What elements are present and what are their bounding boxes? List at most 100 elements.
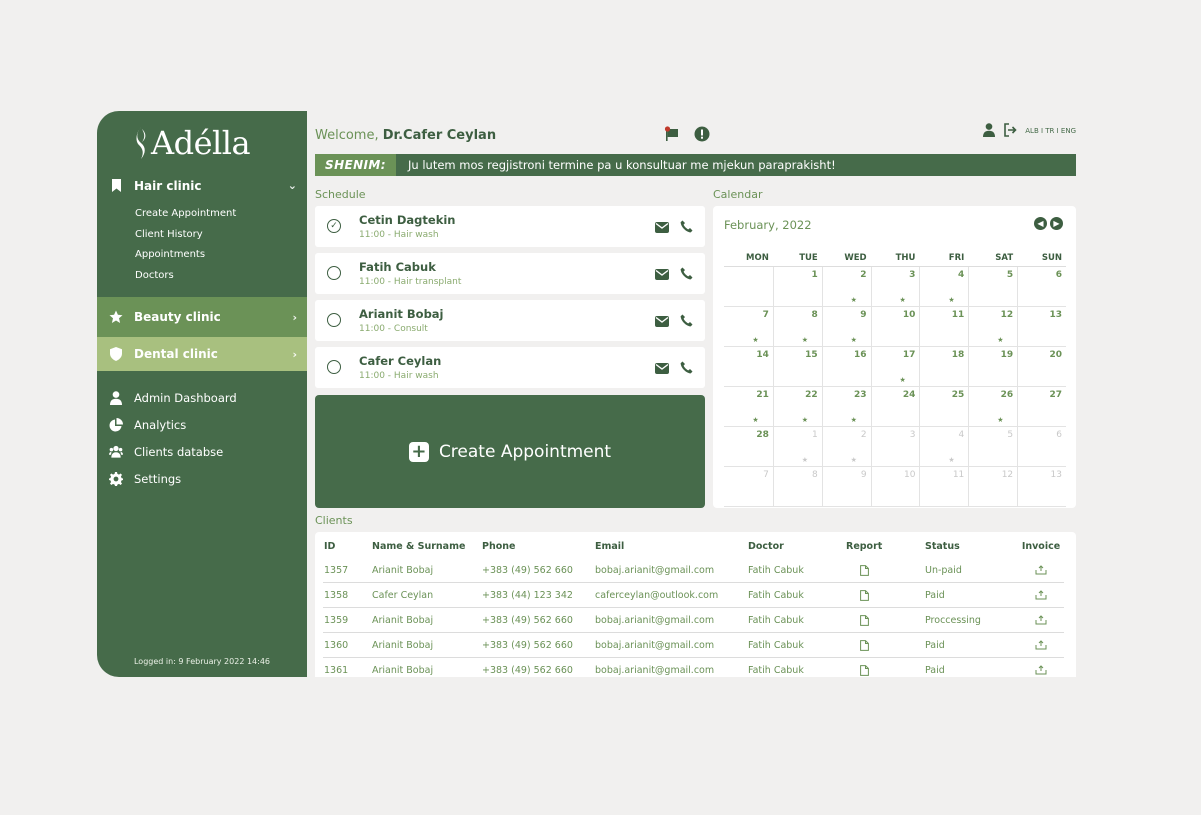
table-row[interactable]: 1360 Arianit Bobaj +383 (49) 562 660 bobaj.… bbox=[315, 634, 1076, 658]
report-document-icon[interactable] bbox=[846, 565, 882, 579]
report-document-icon[interactable] bbox=[846, 640, 882, 654]
invoice-upload-icon[interactable] bbox=[1018, 565, 1064, 578]
calendar-day[interactable]: 13 bbox=[1017, 307, 1066, 347]
sidebar-subitem-client-history[interactable]: Client History bbox=[135, 225, 307, 246]
calendar-day[interactable]: 10 bbox=[870, 467, 920, 507]
calendar-day[interactable]: 2 ★ bbox=[821, 427, 871, 467]
report-document-icon[interactable] bbox=[846, 590, 882, 604]
language-switcher[interactable]: ALB I TR I ENG bbox=[1025, 127, 1076, 135]
calendar-day[interactable]: 22 ★ bbox=[772, 387, 822, 427]
appointment-card[interactable]: Cafer Ceylan 11:00 - Hair wash bbox=[315, 347, 705, 388]
sidebar-item-admin-dashboard[interactable]: Admin Dashboard bbox=[97, 384, 307, 411]
invoice-upload-icon[interactable] bbox=[1018, 590, 1064, 603]
email-icon[interactable] bbox=[655, 312, 669, 331]
invoice-upload-icon[interactable] bbox=[1018, 640, 1064, 653]
phone-icon[interactable] bbox=[680, 359, 693, 378]
phone-icon[interactable] bbox=[680, 218, 693, 237]
column-header[interactable]: Invoice bbox=[1018, 541, 1064, 552]
phone-icon[interactable] bbox=[680, 312, 693, 331]
calendar-day[interactable]: 9 bbox=[821, 467, 871, 507]
profile-icon[interactable] bbox=[983, 123, 996, 139]
column-header[interactable]: Status bbox=[925, 541, 960, 552]
calendar-day[interactable]: 5 bbox=[968, 427, 1018, 467]
sidebar-subitem-doctors[interactable]: Doctors bbox=[135, 266, 307, 287]
logout-icon[interactable] bbox=[1003, 123, 1017, 139]
calendar-day[interactable]: 6 bbox=[1017, 427, 1066, 467]
chevron-left-icon[interactable]: ◀ bbox=[1034, 217, 1047, 230]
sidebar-item-beauty-clinic[interactable]: Beauty clinic › bbox=[97, 297, 307, 337]
calendar-day[interactable]: 12 ★ bbox=[968, 307, 1018, 347]
email-icon[interactable] bbox=[655, 359, 669, 378]
calendar-day[interactable]: 13 bbox=[1017, 467, 1066, 507]
appointment-checked-radio[interactable]: ✓ bbox=[327, 219, 341, 233]
calendar-day[interactable]: 1 bbox=[772, 267, 822, 307]
column-header[interactable]: ID bbox=[324, 541, 335, 552]
sidebar-item-settings[interactable]: Settings bbox=[97, 465, 307, 492]
calendar-day[interactable]: 15 bbox=[772, 347, 822, 387]
appointment-radio[interactable] bbox=[327, 313, 341, 327]
appointment-radio[interactable] bbox=[327, 360, 341, 374]
table-row[interactable]: 1361 Arianit Bobaj +383 (49) 562 660 bobaj.… bbox=[315, 659, 1076, 677]
sidebar-subitem-appointments[interactable]: Appointments bbox=[135, 245, 307, 266]
column-header[interactable]: Email bbox=[595, 541, 624, 552]
invoice-upload-icon[interactable] bbox=[1018, 665, 1064, 677]
calendar-day[interactable]: 18 bbox=[919, 347, 969, 387]
calendar-day[interactable]: 25 bbox=[919, 387, 969, 427]
calendar-day[interactable]: 3 bbox=[870, 427, 920, 467]
calendar-day[interactable]: 21 ★ bbox=[724, 387, 773, 427]
calendar-day[interactable]: 1 ★ bbox=[772, 427, 822, 467]
calendar-day[interactable]: 11 bbox=[919, 307, 969, 347]
calendar-day[interactable]: 24 bbox=[870, 387, 920, 427]
appointment-card[interactable]: ✓ Cetin Dagtekin 11:00 - Hair wash bbox=[315, 206, 705, 247]
phone-icon[interactable] bbox=[680, 265, 693, 284]
sidebar-subitem-create-appointment[interactable]: Create Appointment bbox=[135, 204, 307, 225]
calendar-day[interactable]: 8 bbox=[772, 467, 822, 507]
column-header[interactable]: Report bbox=[846, 541, 882, 552]
calendar-day[interactable]: 17 ★ bbox=[870, 347, 920, 387]
report-document-icon[interactable] bbox=[846, 665, 882, 677]
column-header[interactable]: Doctor bbox=[748, 541, 784, 552]
calendar-day[interactable]: 16 bbox=[821, 347, 871, 387]
calendar-day[interactable]: 9 ★ bbox=[821, 307, 871, 347]
column-header[interactable]: Phone bbox=[482, 541, 515, 552]
calendar-day[interactable]: 14 bbox=[724, 347, 773, 387]
report-document-icon[interactable] bbox=[846, 615, 882, 629]
column-header[interactable]: Name & Surname bbox=[372, 541, 465, 552]
sidebar-item-hair-clinic[interactable]: Hair clinic ⌄ bbox=[97, 167, 307, 204]
calendar-day[interactable]: 10 bbox=[870, 307, 920, 347]
table-row[interactable]: 1358 Cafer Ceylan +383 (44) 123 342 caferce… bbox=[315, 584, 1076, 608]
flag-notification-icon[interactable] bbox=[664, 126, 680, 146]
alert-icon[interactable] bbox=[694, 126, 710, 146]
calendar-day[interactable]: 7 bbox=[724, 467, 773, 507]
calendar-day[interactable]: 7 ★ bbox=[724, 307, 773, 347]
chevron-right-icon[interactable]: ▶ bbox=[1050, 217, 1063, 230]
chevron-down-icon[interactable]: ⌄ bbox=[288, 179, 297, 192]
calendar-day[interactable]: 26 ★ bbox=[968, 387, 1018, 427]
calendar-day[interactable]: 28 bbox=[724, 427, 773, 467]
invoice-upload-icon[interactable] bbox=[1018, 615, 1064, 628]
create-appointment-button[interactable]: + Create Appointment bbox=[315, 395, 705, 508]
calendar-day[interactable]: 20 bbox=[1017, 347, 1066, 387]
sidebar-item-clients-database[interactable]: Clients databse bbox=[97, 438, 307, 465]
calendar-day[interactable]: 2 ★ bbox=[821, 267, 871, 307]
table-row[interactable]: 1359 Arianit Bobaj +383 (49) 562 660 bobaj.… bbox=[315, 609, 1076, 633]
calendar-day[interactable]: 12 bbox=[968, 467, 1018, 507]
appointment-card[interactable]: Arianit Bobaj 11:00 - Consult bbox=[315, 300, 705, 341]
appointment-radio[interactable] bbox=[327, 266, 341, 280]
sidebar-item-analytics[interactable]: Analytics bbox=[97, 411, 307, 438]
calendar-day[interactable]: 11 bbox=[919, 467, 969, 507]
calendar-day[interactable]: 5 bbox=[968, 267, 1018, 307]
table-row[interactable]: 1357 Arianit Bobaj +383 (49) 562 660 bobaj.… bbox=[315, 559, 1076, 583]
calendar-day[interactable]: 19 bbox=[968, 347, 1018, 387]
sidebar-item-dental-clinic[interactable]: Dental clinic › bbox=[97, 337, 307, 371]
calendar-day[interactable]: 8 ★ bbox=[772, 307, 822, 347]
calendar-day[interactable]: 3 ★ bbox=[870, 267, 920, 307]
appointment-card[interactable]: Fatih Cabuk 11:00 - Hair transplant bbox=[315, 253, 705, 294]
calendar-day[interactable]: 27 bbox=[1017, 387, 1066, 427]
calendar-day[interactable]: 4 ★ bbox=[919, 267, 969, 307]
calendar-day[interactable]: 4 ★ bbox=[919, 427, 969, 467]
calendar-day[interactable]: 23 ★ bbox=[821, 387, 871, 427]
calendar-day[interactable]: 6 bbox=[1017, 267, 1066, 307]
email-icon[interactable] bbox=[655, 218, 669, 237]
email-icon[interactable] bbox=[655, 265, 669, 284]
